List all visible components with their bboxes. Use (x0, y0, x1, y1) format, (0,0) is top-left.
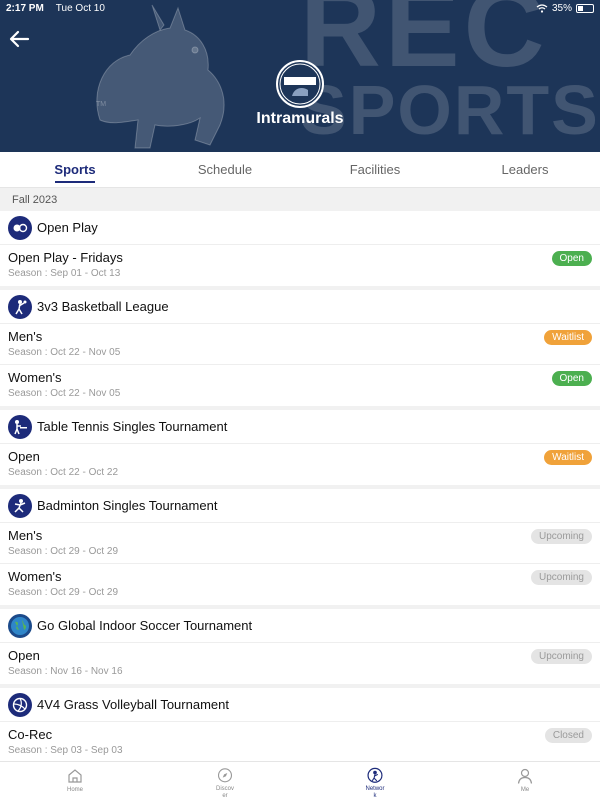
entry-name: Women's (8, 370, 62, 385)
list-item[interactable]: Co-Rec Season : Sep 03 - Sep 03 Closed (0, 722, 600, 761)
entry-name: Men's (8, 528, 43, 543)
page-title: Intramurals (256, 110, 344, 127)
sport-name: Table Tennis Singles Tournament (37, 419, 228, 434)
list-item[interactable]: Women's Season : Oct 29 - Oct 29 Upcomin… (0, 564, 600, 605)
entry-name: Open (8, 449, 40, 464)
nav-me[interactable]: Me (450, 762, 600, 800)
sport-section: Go Global Indoor Soccer Tournament Open … (0, 609, 600, 684)
open-play-icon (8, 215, 32, 240)
sport-header[interactable]: 4V4 Grass Volleyball Tournament (0, 688, 600, 722)
bottom-nav: Home Discover Network Me (0, 761, 600, 800)
sports-list[interactable]: Fall 2023 Open Play Open Play - Fridays … (0, 188, 600, 761)
entry-name: Women's (8, 569, 62, 584)
status-badge: Upcoming (530, 649, 592, 664)
sport-header[interactable]: Badminton Singles Tournament (0, 489, 600, 523)
status-badge: Upcoming (530, 529, 592, 544)
sport-name: Go Global Indoor Soccer Tournament (37, 618, 253, 633)
entry-name: Open (8, 648, 40, 663)
tab-schedule[interactable]: Schedule (150, 152, 300, 187)
nav-network[interactable]: Network (300, 762, 450, 800)
organization-logo (276, 60, 324, 108)
wifi-icon (536, 3, 548, 13)
entry-season: Season : Oct 29 - Oct 29 (8, 546, 119, 557)
nav-discover[interactable]: Discover (150, 762, 300, 800)
nav-home[interactable]: Home (0, 762, 150, 800)
status-badge: Upcoming (530, 570, 592, 585)
logo-seal-icon (279, 63, 321, 105)
nav-me-label: Me (520, 787, 530, 793)
table-tennis-icon (8, 414, 32, 439)
user-icon (517, 768, 533, 784)
battery-percent: 35% (551, 2, 572, 14)
sport-header[interactable]: 3v3 Basketball League (0, 290, 600, 324)
entry-season: Season : Sep 01 - Oct 13 (8, 268, 121, 279)
status-bar: 2:17 PM Tue Oct 10 35% (0, 0, 600, 16)
list-item[interactable]: Open Season : Nov 16 - Nov 16 Upcoming (0, 643, 600, 684)
sport-section: Table Tennis Singles Tournament Open Sea… (0, 410, 600, 485)
status-right: 35% (536, 3, 594, 14)
entry-season: Season : Oct 22 - Nov 05 (8, 388, 121, 399)
tab-sports[interactable]: Sports (0, 152, 150, 187)
entry-season: Season : Sep 03 - Sep 03 (8, 745, 123, 756)
sport-name: Badminton Singles Tournament (37, 498, 218, 513)
nav-home-label: Home (66, 787, 83, 793)
sport-header[interactable]: Table Tennis Singles Tournament (0, 410, 600, 444)
status-badge: Closed (544, 728, 592, 743)
sport-name: Open Play (37, 220, 98, 235)
svg-text:TM: TM (96, 101, 106, 108)
sport-section: Badminton Singles Tournament Men's Seaso… (0, 489, 600, 605)
sport-section: Open Play Open Play - Fridays Season : S… (0, 211, 600, 286)
sport-name: 3v3 Basketball League (37, 299, 169, 314)
nav-discover-label: Discover (215, 785, 234, 799)
entry-season: Season : Nov 16 - Nov 16 (8, 666, 123, 677)
list-item[interactable]: Open Play - Fridays Season : Sep 01 - Oc… (0, 245, 600, 286)
globe-icon (8, 613, 32, 638)
badminton-icon (8, 493, 32, 518)
sport-name: 4V4 Grass Volleyball Tournament (37, 697, 229, 712)
list-item[interactable]: Men's Season : Oct 22 - Nov 05 Waitlist (0, 324, 600, 365)
home-icon (68, 769, 82, 783)
season-header: Fall 2023 (0, 188, 600, 211)
tab-leaders[interactable]: Leaders (450, 152, 600, 187)
status-badge: Waitlist (544, 330, 592, 345)
sport-section: 4V4 Grass Volleyball Tournament Co-Rec S… (0, 688, 600, 761)
status-time: 2:17 PM (6, 2, 44, 14)
entry-season: Season : Oct 22 - Nov 05 (8, 347, 121, 358)
volleyball-icon (8, 692, 32, 717)
list-item[interactable]: Women's Season : Oct 22 - Nov 05 Open (0, 365, 600, 406)
back-arrow-icon[interactable] (8, 28, 30, 50)
sport-header[interactable]: Open Play (0, 211, 600, 245)
sport-section: 3v3 Basketball League Men's Season : Oct… (0, 290, 600, 406)
tab-bar: Sports Schedule Facilities Leaders (0, 152, 600, 188)
entry-name: Men's (8, 329, 43, 344)
status-badge: Open (551, 371, 592, 386)
sport-header[interactable]: Go Global Indoor Soccer Tournament (0, 609, 600, 643)
list-item[interactable]: Open Season : Oct 22 - Oct 22 Waitlist (0, 444, 600, 485)
status-badge: Waitlist (544, 450, 592, 465)
compass-icon (217, 768, 233, 783)
status-badge: Open (551, 251, 592, 266)
basketball-icon (8, 294, 32, 319)
entry-name: Co-Rec (8, 727, 53, 742)
status-date: Tue Oct 10 (55, 2, 105, 14)
mascot-icon: TM (96, 4, 225, 149)
nav-network-label: Network (365, 785, 385, 799)
entry-name: Open Play - Fridays (8, 250, 123, 265)
header-banner: 2:17 PM Tue Oct 10 35% TM REC SPORTS Int… (0, 0, 600, 152)
tab-facilities[interactable]: Facilities (300, 152, 450, 187)
entry-season: Season : Oct 22 - Oct 22 (8, 467, 119, 478)
entry-season: Season : Oct 29 - Oct 29 (8, 587, 119, 598)
list-item[interactable]: Men's Season : Oct 29 - Oct 29 Upcoming (0, 523, 600, 564)
network-icon (367, 767, 383, 783)
battery-icon (576, 3, 594, 13)
